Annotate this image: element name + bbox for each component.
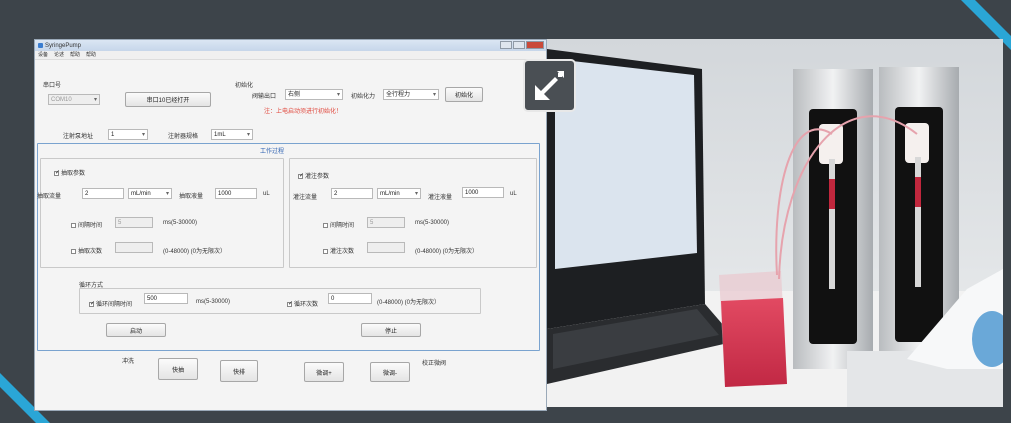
red-liquid <box>721 298 787 387</box>
valve-output-label: 阀输出口 <box>252 94 277 100</box>
aspirate-volume-label: 抽取液量 <box>179 194 204 200</box>
valve-output-select[interactable]: 右侧 <box>285 89 343 100</box>
window-controls <box>500 41 544 49</box>
init-warning: 注：上电启动须进行初始化！ <box>264 109 343 115</box>
collapse-arrow-icon[interactable] <box>523 59 576 112</box>
infuse-interval-label: 间隔时间 <box>330 223 355 229</box>
aspirate-count-input[interactable] <box>115 242 153 253</box>
infuse-flow-unit: mL/min <box>380 191 400 197</box>
init-button[interactable]: 初始化 <box>445 87 483 102</box>
work-process-title: 工作过程 <box>260 149 285 155</box>
menu-item-discuss[interactable]: 论述 <box>54 51 64 59</box>
loop-count-check[interactable]: 循环次数 <box>287 299 318 308</box>
infuse-flow-unit-select[interactable]: mL/min <box>377 188 421 199</box>
init-force-label: 初始化力 <box>351 94 376 100</box>
syringe-pump-window: SyringePump 设备 论述 帮助 帮助 串口号 COM10 串口10已经… <box>34 39 547 411</box>
infuse-interval-checkbox[interactable] <box>323 222 328 228</box>
window-title: SyringePump <box>45 42 82 49</box>
menu-item-device[interactable]: 设备 <box>38 51 48 59</box>
loop-count-input[interactable]: 0 <box>328 293 372 304</box>
infuse-count-input[interactable] <box>367 242 405 253</box>
laptop-screen <box>555 59 697 269</box>
maximize-button[interactable] <box>513 41 525 49</box>
init-force-value: 全行程力 <box>386 92 411 98</box>
menu-item-help[interactable]: 帮助 <box>70 51 80 59</box>
infuse-volume-unit: uL <box>510 191 517 197</box>
syringe-spec-label: 注射器规格 <box>168 134 199 140</box>
minimize-button[interactable] <box>500 41 512 49</box>
aspirate-interval-label: 间隔时间 <box>78 223 103 229</box>
aspirate-interval-check[interactable]: 间隔时间 <box>71 220 102 229</box>
infuse-check[interactable]: 灌注参数 <box>298 171 329 180</box>
menu-item-help-2[interactable]: 帮助 <box>86 51 96 59</box>
init-group-label: 初始化 <box>235 83 254 89</box>
infuse-interval-input[interactable]: 5 <box>367 217 405 228</box>
init-force-select[interactable]: 全行程力 <box>383 89 439 100</box>
aspirate-count-range: (0-48000) (0为无限次） <box>163 249 227 255</box>
syringe-spec-value: 1mL <box>214 132 226 138</box>
loop-count-range: (0-48000) (0为无限次） <box>377 300 441 306</box>
aspirate-interval-range: ms(5-30000) <box>163 220 198 226</box>
aspirate-volume-unit: uL <box>263 191 270 197</box>
serial-port-value: COM10 <box>51 97 72 103</box>
infuse-count-checkbox[interactable] <box>323 248 328 254</box>
stop-button[interactable]: 停止 <box>361 323 421 337</box>
aspirate-flow-input[interactable]: 2 <box>82 188 124 199</box>
aspirate-count-check[interactable]: 抽取次数 <box>71 246 102 255</box>
infuse-checkbox[interactable] <box>298 172 304 179</box>
aspirate-count-label: 抽取次数 <box>78 249 103 255</box>
corner-accent-cut <box>975 0 1011 36</box>
app-icon <box>38 43 43 48</box>
aspirate-checkbox[interactable] <box>54 169 60 176</box>
loop-interval-input[interactable]: 500 <box>144 293 188 304</box>
pump-address-value: 1 <box>111 132 115 138</box>
fast-pull-button[interactable]: 快抽 <box>158 358 198 380</box>
aspirate-flow-label: 抽取流量 <box>37 194 62 200</box>
pump-address-select[interactable]: 1 <box>108 129 148 140</box>
infuse-flow-input[interactable]: 2 <box>331 188 373 199</box>
aspirate-volume-input[interactable]: 1000 <box>215 188 257 199</box>
start-button[interactable]: 启动 <box>106 323 166 337</box>
aspirate-count-checkbox[interactable] <box>71 248 76 254</box>
title-bar: SyringePump <box>35 40 546 51</box>
loop-interval-checkbox[interactable] <box>89 300 95 307</box>
infuse-check-label: 灌注参数 <box>305 174 330 180</box>
infuse-interval-range: ms(5-30000) <box>415 220 450 226</box>
loop-interval-label: 循环间隔时间 <box>96 302 133 308</box>
infuse-volume-label: 灌注液量 <box>428 195 453 201</box>
aspirate-check-label: 抽取参数 <box>61 171 86 177</box>
fine-minus-button[interactable]: 微调- <box>370 362 410 382</box>
pump-address-label: 注射泵地址 <box>63 134 94 140</box>
syringe-spec-select[interactable]: 1mL <box>211 129 253 140</box>
aspirate-interval-checkbox[interactable] <box>71 222 76 228</box>
open-serial-button[interactable]: 串口10已经打开 <box>125 92 211 107</box>
infuse-volume-input[interactable]: 1000 <box>462 187 504 198</box>
valve-output-value: 右侧 <box>288 92 301 98</box>
close-button[interactable] <box>526 41 544 49</box>
loop-count-checkbox[interactable] <box>287 300 293 307</box>
loop-count-label: 循环次数 <box>294 302 319 308</box>
syringe-pump-photo <box>547 39 1003 407</box>
loop-interval-range: ms(5-30000) <box>196 299 231 305</box>
fast-push-button[interactable]: 快排 <box>220 360 258 382</box>
infuse-count-range: (0-48000) (0为无限次） <box>415 249 479 255</box>
serial-port-label: 串口号 <box>43 83 62 89</box>
aspirate-flow-unit-select[interactable]: mL/min <box>128 188 172 199</box>
corner-accent-cut <box>0 387 36 423</box>
infuse-count-check[interactable]: 灌注次数 <box>323 246 354 255</box>
menu-bar: 设备 论述 帮助 帮助 <box>35 51 546 60</box>
infuse-flow-label: 灌注流量 <box>293 195 318 201</box>
aspirate-flow-unit: mL/min <box>131 191 151 197</box>
infuse-interval-check[interactable]: 间隔时间 <box>323 220 354 229</box>
aspirate-check[interactable]: 抽取参数 <box>54 168 85 177</box>
serial-port-select[interactable]: COM10 <box>48 94 100 105</box>
fine-plus-button[interactable]: 微调+ <box>304 362 344 382</box>
loop-interval-check[interactable]: 循环间隔时间 <box>89 299 132 308</box>
aspirate-interval-input[interactable]: 5 <box>115 217 153 228</box>
infuse-count-label: 灌注次数 <box>330 249 355 255</box>
product-photo <box>547 39 1003 407</box>
flush-label: 冲洗 <box>122 359 135 365</box>
calibrate-label: 校正微阀 <box>422 361 447 367</box>
